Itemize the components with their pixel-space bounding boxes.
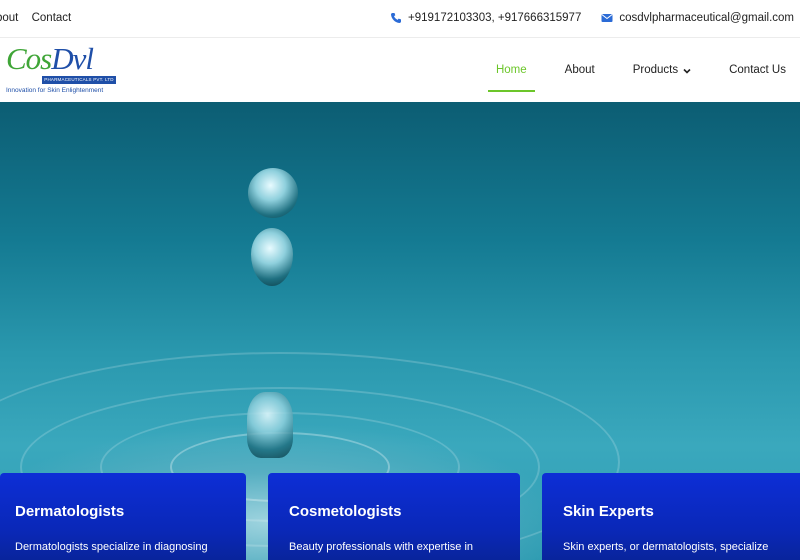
card-title: Dermatologists — [15, 503, 125, 520]
card-text: Dermatologists specialize in diagnosing — [15, 541, 208, 553]
water-drop-middle — [251, 228, 293, 286]
chevron-down-icon — [683, 66, 691, 74]
top-link-about[interactable]: bout — [0, 12, 18, 24]
top-link-contact[interactable]: Contact — [32, 12, 72, 24]
card-text: Skin experts, or dermatologists, special… — [563, 541, 769, 553]
nav-item-home[interactable]: Home — [488, 38, 535, 102]
phone-numbers[interactable]: +919172103303, +917666315977 — [408, 12, 581, 24]
brand-logo[interactable]: CosDvl PHARMACEUTICALS PVT. LTD Innovati… — [6, 41, 118, 99]
main-navbar: CosDvl PHARMACEUTICALS PVT. LTD Innovati… — [0, 38, 800, 102]
nav-item-products[interactable]: Products — [633, 38, 691, 102]
nav-item-contact-us[interactable]: Contact Us — [729, 38, 786, 102]
envelope-icon — [601, 12, 613, 24]
card-title: Skin Experts — [563, 503, 654, 520]
nav-menu: Home About Products Contact Us — [458, 38, 786, 102]
phone-icon — [390, 12, 402, 24]
card-title: Cosmetologists — [289, 503, 402, 520]
logo-tagline: Innovation for Skin Enlightenment — [6, 87, 104, 94]
water-splash — [247, 392, 293, 458]
card-skin-experts[interactable]: Skin Experts Skin experts, or dermatolog… — [542, 473, 800, 560]
logo-band: PHARMACEUTICALS PVT. LTD — [42, 76, 116, 84]
card-dermatologists[interactable]: Dermatologists Dermatologists specialize… — [0, 473, 246, 560]
email-address[interactable]: cosdvlpharmaceutical@gmail.com — [619, 12, 794, 24]
top-contact: +919172103303, +917666315977 cosdvlpharm… — [390, 12, 794, 24]
card-cosmetologists[interactable]: Cosmetologists Beauty professionals with… — [268, 473, 520, 560]
top-links: bout Contact — [0, 12, 81, 24]
water-drop-top — [248, 168, 298, 218]
top-bar: bout Contact +919172103303, +91766631597… — [0, 0, 800, 38]
nav-item-about[interactable]: About — [565, 38, 595, 102]
card-text: Beauty professionals with expertise in — [289, 541, 474, 553]
logo-wordmark: CosDvl — [6, 41, 94, 76]
